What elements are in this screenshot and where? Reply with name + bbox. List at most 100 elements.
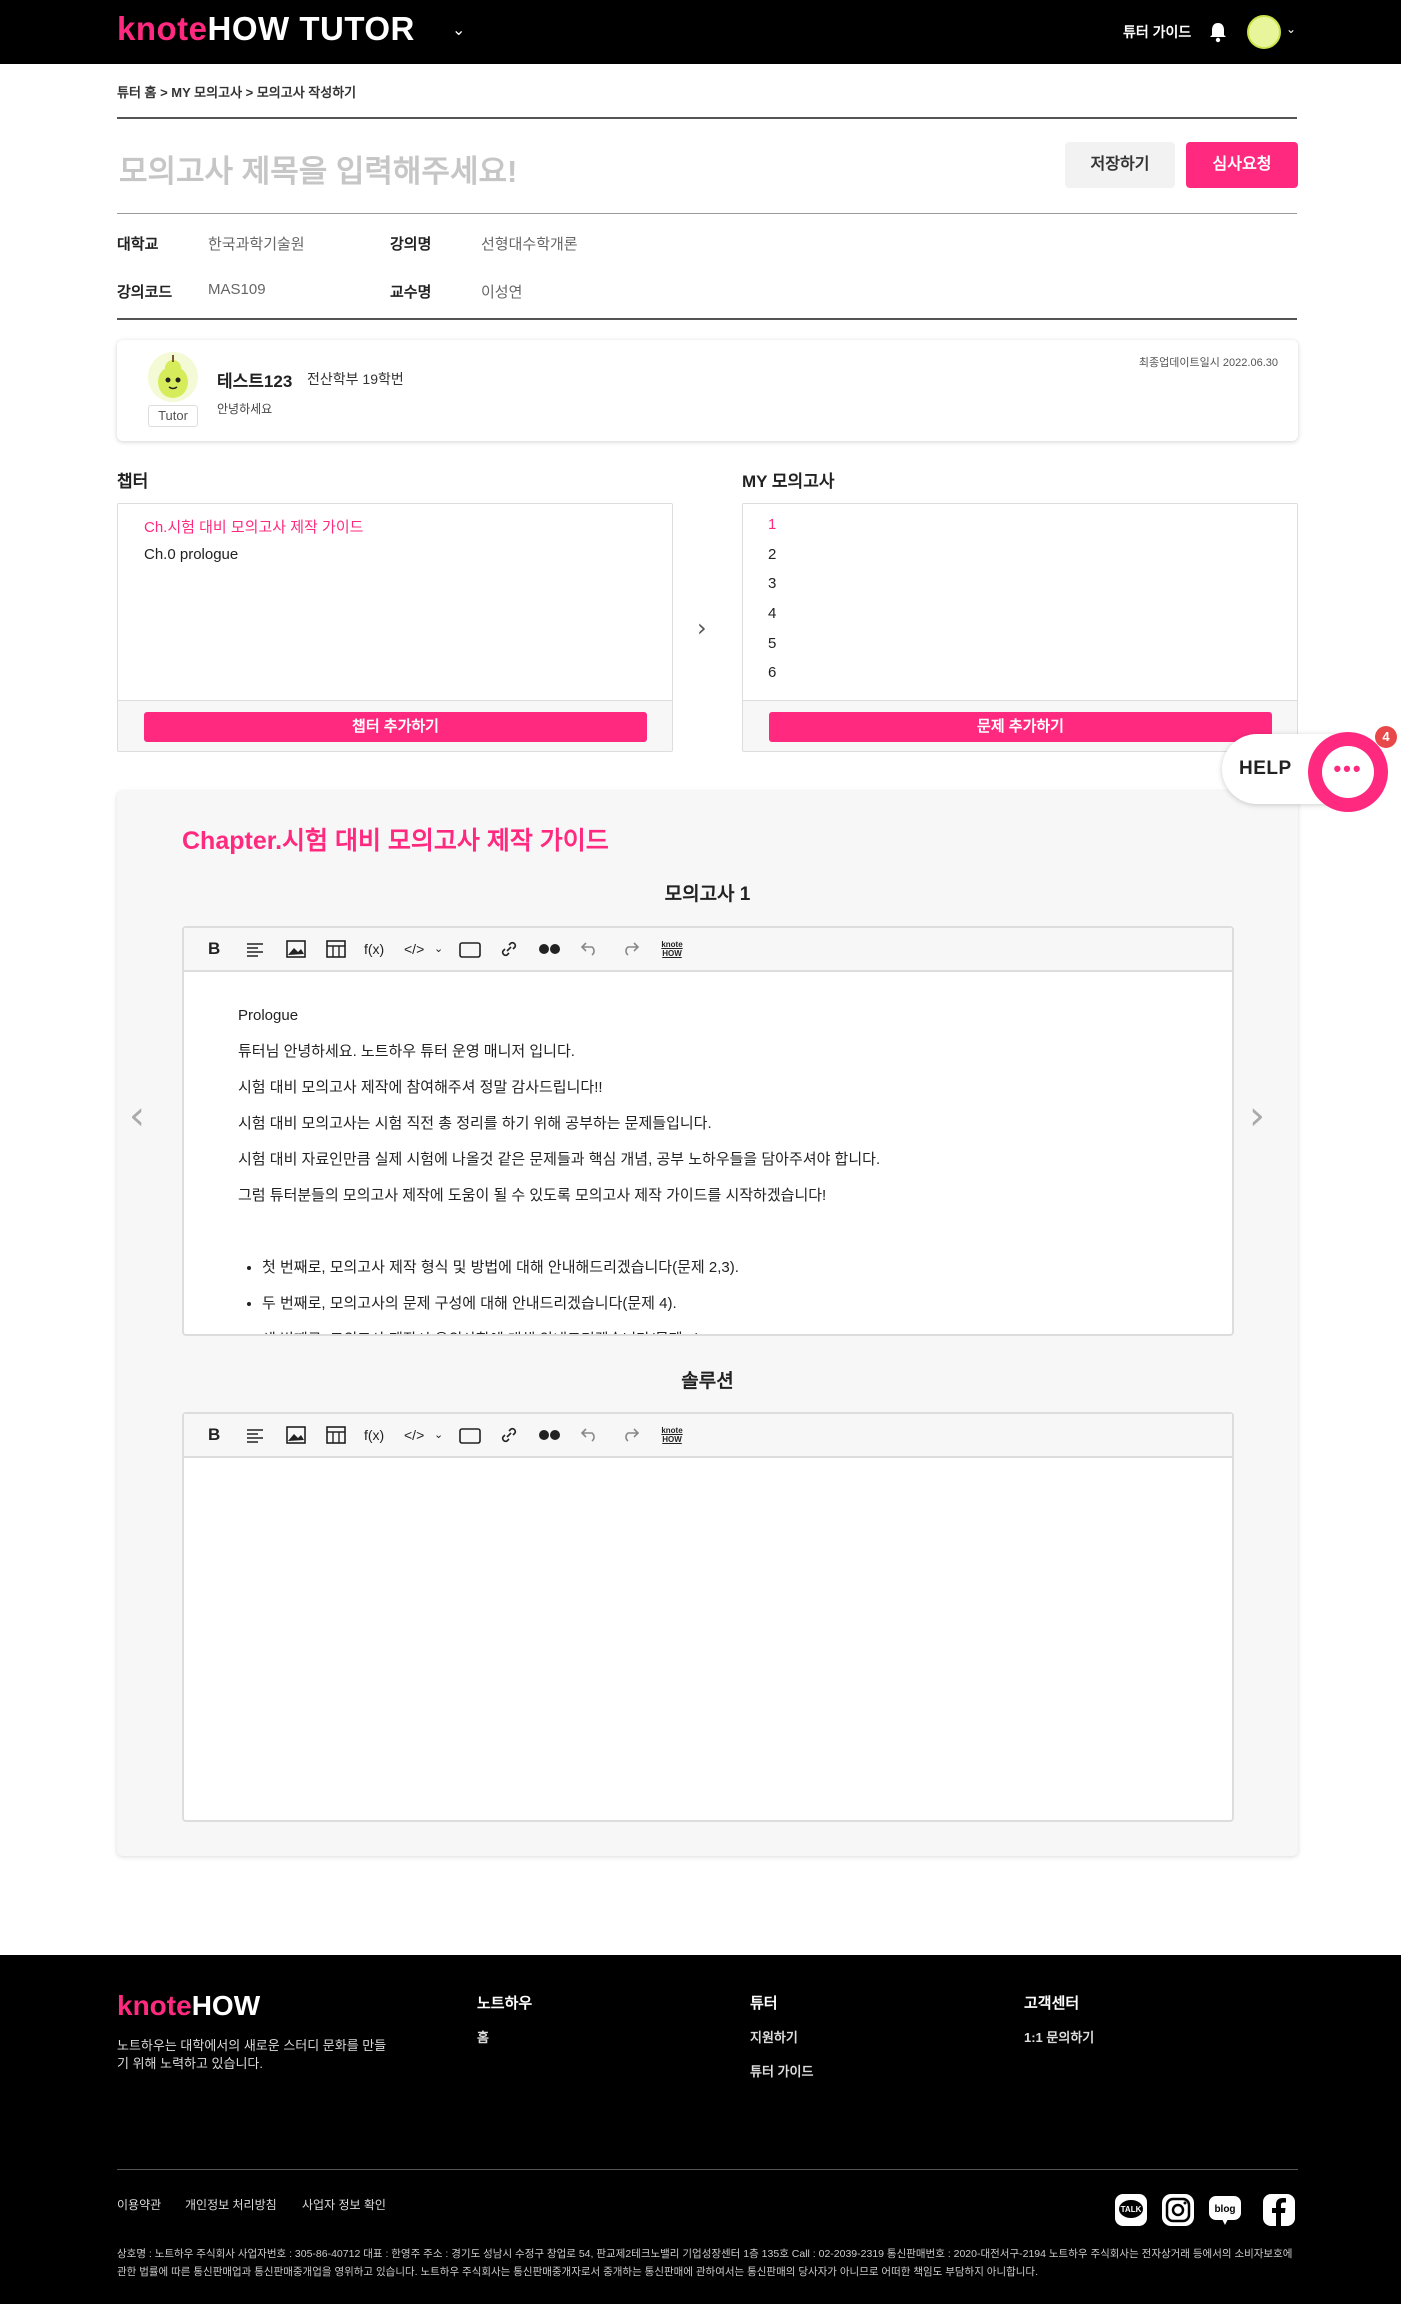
undo-icon[interactable] <box>580 1427 600 1449</box>
logo[interactable]: knoteHOW TUTOR <box>117 10 415 48</box>
prev-arrow-icon[interactable]: ‹ <box>129 1093 145 1139</box>
exam-item[interactable]: 2 <box>768 546 776 563</box>
add-question-button[interactable]: 문제 추가하기 <box>769 712 1272 742</box>
content-line: 시험 대비 모의고사는 시험 직전 총 정리를 하기 위해 공부하는 문제들입니… <box>238 1115 712 1132</box>
terms-link[interactable]: 이용약관 <box>117 2196 161 2213</box>
chapter-item[interactable]: Ch.시험 대비 모의고사 제작 가이드 <box>144 516 363 537</box>
exam-item[interactable]: 6 <box>768 664 776 681</box>
bold-button[interactable]: B <box>208 1424 220 1446</box>
university-value: 한국과학기술원 <box>208 236 305 253</box>
exam-item[interactable]: 4 <box>768 605 776 622</box>
box-icon[interactable] <box>459 942 481 964</box>
breadcrumb: 튜터 홈 > MY 모의고사 > 모의고사 작성하기 <box>117 85 357 100</box>
chat-bubble-inner: ••• <box>1322 746 1374 798</box>
social-talk-text: TALK <box>1121 2205 1142 2214</box>
divider <box>117 213 1297 214</box>
footer-col-title: 노트하우 <box>477 1995 533 2012</box>
exam-item[interactable]: 1 <box>768 516 776 533</box>
box-icon[interactable] <box>459 1428 481 1450</box>
next-arrow-icon[interactable]: › <box>1249 1093 1265 1139</box>
question-content[interactable]: Prologue 튜터님 안녕하세요. 노트하우 튜터 운영 매니저 입니다. … <box>238 998 1178 1334</box>
chevron-down-icon[interactable]: ⌄ <box>434 938 443 960</box>
footer-logo-knote: knote <box>117 1990 192 2021</box>
add-chapter-button[interactable]: 챕터 추가하기 <box>144 712 647 742</box>
footer-link-apply[interactable]: 지원하기 <box>750 2027 798 2046</box>
link-icon[interactable] <box>500 1426 518 1448</box>
align-icon[interactable] <box>246 1427 264 1449</box>
divider <box>117 318 1297 320</box>
chapters-panel: Ch.시험 대비 모의고사 제작 가이드 Ch.0 prologue 챕터 추가… <box>117 503 673 752</box>
table-icon[interactable] <box>326 940 346 962</box>
code-button[interactable]: </> <box>404 1424 424 1446</box>
formula-button[interactable]: f(x) <box>364 938 384 960</box>
code-button[interactable]: </> <box>404 938 424 960</box>
exam-item[interactable]: 5 <box>768 635 776 652</box>
table-icon[interactable] <box>326 1426 346 1448</box>
my-exams-panel: 1 2 3 4 5 6 문제 추가하기 <box>742 503 1298 752</box>
footer-link-home[interactable]: 홈 <box>477 2027 489 2046</box>
footer-link-tutor-guide[interactable]: 튜터 가이드 <box>750 2061 813 2080</box>
chevron-right-icon[interactable]: › <box>697 614 707 642</box>
content-line: 시험 대비 자료인만큼 실제 시험에 나올것 같은 문제들과 핵심 개념, 공부… <box>238 1151 881 1168</box>
chat-bubble-icon[interactable]: ••• <box>1308 732 1388 812</box>
save-button[interactable]: 저장하기 <box>1065 142 1175 188</box>
knotehow-logo-button[interactable]: knote HOW <box>660 1426 684 1448</box>
chapter-title: Chapter.시험 대비 모의고사 제작 가이드 <box>182 827 609 855</box>
bell-icon[interactable] <box>1208 21 1228 43</box>
question-editor[interactable]: B f(x) </> ⌄ knote HOW Prologue 튜터님 안녕하세… <box>182 926 1234 1336</box>
course-code-label: 강의코드 <box>117 284 173 301</box>
review-request-button[interactable]: 심사요청 <box>1186 142 1298 188</box>
exam-title-input[interactable]: 모의고사 제목을 입력해주세요! <box>119 146 517 191</box>
university-label: 대학교 <box>117 236 159 253</box>
content-bullet: 세 번째로, 모의고사 제작시 유의사항에 대해 안내드리겠습니다(문제 5). <box>262 1322 1178 1334</box>
quote-icon[interactable] <box>538 1427 562 1449</box>
professor-value: 이성연 <box>481 284 523 301</box>
professor-label: 교수명 <box>390 284 432 301</box>
top-navbar: knoteHOW TUTOR ⌄ 튜터 가이드 ⌄ <box>0 0 1401 64</box>
align-icon[interactable] <box>246 941 264 963</box>
image-icon[interactable] <box>286 1426 306 1448</box>
image-icon[interactable] <box>286 940 306 962</box>
question-title: 모의고사 1 <box>664 884 751 905</box>
social-blog-text: blog <box>1214 2204 1235 2215</box>
footer-link-inquiry[interactable]: 1:1 문의하기 <box>1024 2027 1094 2046</box>
avatar <box>148 352 198 402</box>
chapters-list: Ch.시험 대비 모의고사 제작 가이드 Ch.0 prologue <box>118 504 672 701</box>
privacy-link[interactable]: 개인정보 처리방침 <box>185 2196 277 2213</box>
solution-editor[interactable]: B f(x) </> ⌄ knote HOW <box>182 1412 1234 1822</box>
facebook-icon[interactable] <box>1262 2193 1296 2227</box>
formula-button[interactable]: f(x) <box>364 1424 384 1446</box>
course-name-value: 선형대수학개론 <box>481 236 578 253</box>
blog-icon[interactable]: blog <box>1208 2193 1242 2227</box>
chapter-item[interactable]: Ch.0 prologue <box>144 546 238 563</box>
dots-icon: ••• <box>1333 756 1363 781</box>
logo-how-tutor: HOW TUTOR <box>207 10 415 47</box>
exam-item[interactable]: 3 <box>768 575 776 592</box>
business-info-link[interactable]: 사업자 정보 확인 <box>302 2196 386 2213</box>
footer-logo-how: HOW <box>191 1990 261 2021</box>
divider <box>117 117 1297 119</box>
avatar[interactable] <box>1247 15 1281 49</box>
notification-badge: 4 <box>1375 726 1397 748</box>
chevron-down-icon[interactable]: ⌄ <box>452 20 465 40</box>
course-name-label: 강의명 <box>390 236 432 253</box>
redo-icon[interactable] <box>620 1427 640 1449</box>
redo-icon[interactable] <box>620 941 640 963</box>
content-line: 튜터님 안녕하세요. 노트하우 튜터 운영 매니저 입니다. <box>238 1043 575 1060</box>
content-line: 시험 대비 모의고사 제작에 참여해주셔 정말 감사드립니다!! <box>238 1079 603 1096</box>
instagram-icon[interactable] <box>1161 2193 1195 2227</box>
last-updated: 최종업데이트일시 2022.06.30 <box>1138 357 1278 369</box>
editor-toolbar: B f(x) </> ⌄ knote HOW <box>184 928 1232 972</box>
quote-icon[interactable] <box>538 941 562 963</box>
tutor-badge: Tutor <box>148 405 198 427</box>
tutor-guide-link[interactable]: 튜터 가이드 <box>1123 22 1191 42</box>
bold-button[interactable]: B <box>208 938 220 960</box>
chevron-down-icon[interactable]: ⌄ <box>434 1424 443 1446</box>
undo-icon[interactable] <box>580 941 600 963</box>
chevron-down-icon[interactable]: ⌄ <box>1286 22 1296 36</box>
knotehow-logo-button[interactable]: knote HOW <box>660 940 684 962</box>
link-icon[interactable] <box>500 940 518 962</box>
footer-logo[interactable]: knoteHOW <box>117 1990 260 2022</box>
kakaotalk-icon[interactable]: TALK <box>1114 2193 1148 2227</box>
editor-toolbar: B f(x) </> ⌄ knote HOW <box>184 1414 1232 1458</box>
